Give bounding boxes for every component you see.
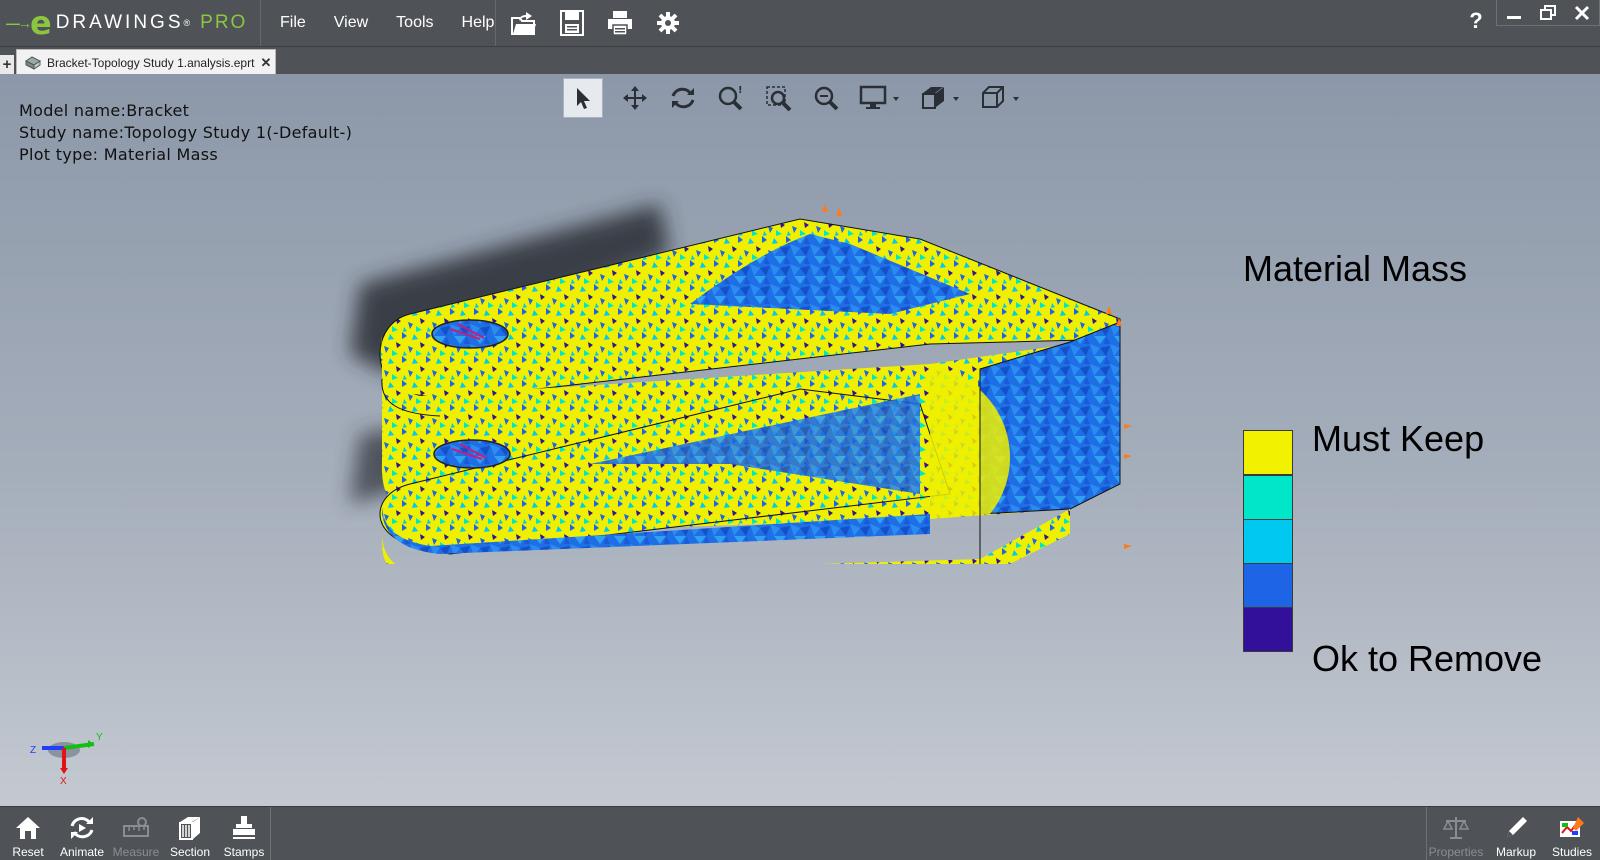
plot-legend: Material Mass Must Keep Ok to Remove [1243, 248, 1583, 679]
app-logo: —→ e DRAWINGS ® PRO [6, 6, 256, 40]
view-orientation-icon[interactable] [911, 78, 971, 118]
document-tab-label: Bracket-Topology Study 1.analysis.eprt [47, 55, 255, 70]
triad-y-label: Y [96, 732, 103, 743]
logo-mark: ® [183, 18, 191, 28]
zoom-area-icon[interactable] [755, 78, 803, 118]
settings-gear-icon[interactable] [644, 0, 692, 46]
studies-icon [1558, 813, 1586, 843]
reset-label: Reset [12, 845, 44, 859]
bottom-toolbar: Reset Animate Measure Section Stamps Pro… [0, 806, 1600, 860]
window-control-group [1496, 0, 1600, 26]
legend-title: Material Mass [1243, 248, 1468, 289]
model-name: Model name:Bracket [19, 101, 190, 120]
animate-icon [68, 813, 96, 843]
rotate-icon[interactable] [659, 78, 707, 118]
close-icon[interactable] [1565, 0, 1599, 26]
study-info: Model name:Bracket Study name:Topology S… [19, 100, 352, 166]
legend-swatch [1243, 519, 1293, 564]
studies-button[interactable]: Studies [1544, 807, 1600, 860]
triad-z-label: Z [30, 745, 36, 756]
window-controls: ? [1456, 0, 1600, 46]
triad-x-label: X [60, 776, 67, 784]
divider [260, 0, 261, 46]
logo-arrow-icon: —→ [6, 15, 32, 31]
title-bar: —→ e DRAWINGS ® PRO File View Tools Help… [0, 0, 1600, 46]
legend-swatch-must-keep [1243, 430, 1293, 475]
select-icon[interactable] [563, 78, 603, 118]
reset-button[interactable]: Reset [0, 807, 56, 860]
quick-access-toolbar [500, 0, 692, 46]
legend-swatch [1243, 475, 1293, 520]
part-document-icon [25, 55, 41, 70]
svg-text:!: ! [738, 85, 743, 96]
section-button[interactable]: Section [162, 807, 218, 860]
measure-button[interactable]: Measure [108, 807, 164, 860]
markup-button[interactable]: Markup [1488, 807, 1544, 860]
axis-triad: Z Y X [30, 732, 103, 784]
menu-file[interactable]: File [280, 14, 306, 32]
open-icon[interactable] [500, 0, 548, 46]
properties-label: Properties [1428, 845, 1484, 859]
minimize-icon[interactable] [1497, 0, 1531, 26]
logo-word: DRAWINGS [55, 12, 184, 33]
animate-label: Animate [59, 845, 105, 859]
menu-tools[interactable]: Tools [396, 14, 433, 32]
animate-button[interactable]: Animate [54, 807, 110, 860]
menu-help[interactable]: Help [462, 14, 495, 32]
markup-label: Markup [1495, 845, 1536, 859]
divider [495, 0, 496, 46]
save-icon[interactable] [548, 0, 596, 46]
view-toolbar: ! [563, 78, 1031, 118]
document-tab-strip: + Bracket-Topology Study 1.analysis.eprt… [0, 46, 1600, 75]
box-view-icon[interactable] [971, 78, 1031, 118]
zoom-icon[interactable] [803, 78, 851, 118]
markup-pen-icon [1503, 813, 1529, 843]
print-icon[interactable] [596, 0, 644, 46]
bracket-model-render[interactable] [330, 164, 1160, 564]
display-style-icon[interactable] [851, 78, 911, 118]
divider [1426, 807, 1427, 860]
menu-bar: File View Tools Help [266, 0, 508, 46]
home-icon [15, 813, 41, 843]
section-icon [177, 813, 203, 843]
legend-swatch [1243, 563, 1293, 608]
pan-icon[interactable] [611, 78, 659, 118]
stamps-icon [231, 813, 257, 843]
help-button[interactable]: ? [1456, 8, 1496, 34]
divider [270, 807, 271, 860]
plot-type: Plot type: Material Mass [19, 145, 219, 164]
studies-label: Studies [1551, 845, 1593, 859]
menu-view[interactable]: View [334, 14, 368, 32]
logo-edition: PRO [200, 12, 248, 33]
zoom-fit-icon[interactable]: ! [707, 78, 755, 118]
properties-button[interactable]: Properties [1428, 807, 1484, 860]
stamps-label: Stamps [223, 845, 265, 859]
graphics-viewport[interactable]: Model name:Bracket Study name:Topology S… [0, 74, 1600, 806]
section-label: Section [169, 845, 211, 859]
properties-scale-icon [1442, 813, 1470, 843]
legend-top-label: Must Keep [1312, 418, 1485, 459]
measure-label: Measure [112, 845, 160, 859]
stamps-button[interactable]: Stamps [216, 807, 272, 860]
study-name: Study name:Topology Study 1(-Default-) [19, 123, 353, 142]
legend-swatch-ok-to-remove [1243, 607, 1293, 652]
restore-icon[interactable] [1531, 0, 1565, 26]
new-tab-button[interactable]: + [0, 55, 14, 75]
document-tab[interactable]: Bracket-Topology Study 1.analysis.eprt ✕ [16, 49, 276, 75]
tab-close-icon[interactable]: ✕ [257, 55, 275, 71]
measure-icon [122, 813, 150, 843]
legend-bottom-label: Ok to Remove [1312, 638, 1543, 679]
logo-letter: e [30, 4, 52, 42]
